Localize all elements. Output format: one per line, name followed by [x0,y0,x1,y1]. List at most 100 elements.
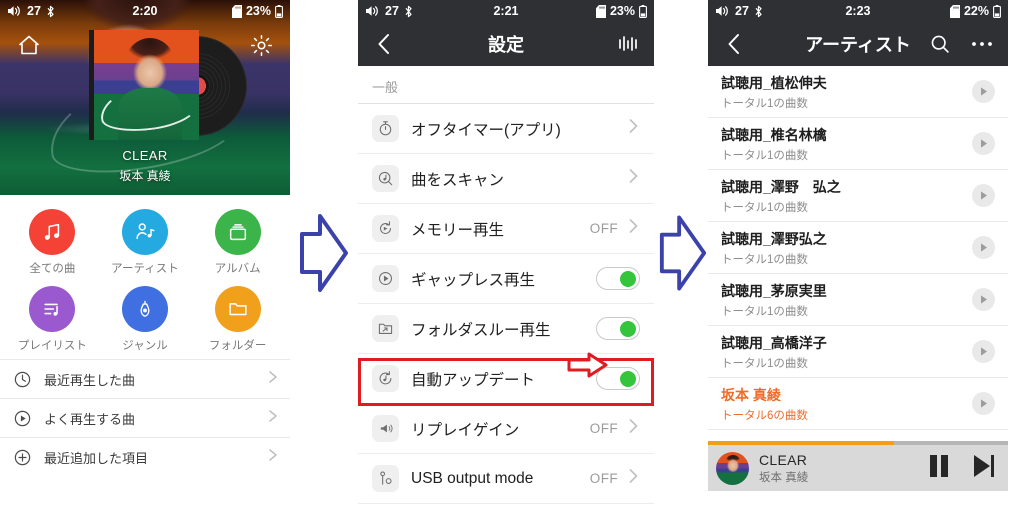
artist-row[interactable]: 試聴用_植松伸夫 トータル1の曲数 [708,66,1008,118]
folder-through-toggle[interactable] [596,317,640,340]
artist-icon [121,209,168,255]
red-right-arrow-icon [567,352,609,383]
back-chevron-icon[interactable] [370,30,398,58]
cover-script [97,78,199,136]
settings-row-label: 自動アップデート [411,371,536,389]
grid-item-albums[interactable]: アルバム [191,209,284,276]
artist-row[interactable]: 試聴用_高橋洋子 トータル1の曲数 [708,326,1008,378]
settings-row-right [596,267,640,290]
volume-level: 27 [385,4,399,18]
settings-row-scan-songs[interactable]: 曲をスキャン [358,154,654,204]
home-icon[interactable] [12,28,46,62]
now-playing-title: CLEAR [122,148,168,163]
sd-card-icon [231,4,242,18]
quick-list-recently-played[interactable]: 最近再生した曲 [0,359,290,398]
artist-track-count: トータル1の曲数 [721,253,808,266]
next-track-icon[interactable] [972,453,996,484]
pause-icon[interactable] [928,453,950,484]
artist-row[interactable]: 試聴用_椎名林檎 トータル1の曲数 [708,118,1008,170]
artist-name: 試聴用_茅原実里 [721,282,827,299]
search-icon[interactable] [926,30,954,58]
settings-row-auto-update[interactable]: 自動アップデート [358,354,654,404]
chevron-right-icon [627,167,640,190]
play-icon[interactable] [972,340,995,363]
play-icon[interactable] [972,132,995,155]
quick-list-most-played[interactable]: よく再生する曲 [0,398,290,437]
battery-percent: 23% [245,4,271,18]
volume-icon [7,5,22,17]
mini-player-controls [928,453,996,484]
quick-list-label: 最近再生した曲 [44,372,136,388]
status-left: 27 [7,4,55,18]
artist-name: 試聴用_澤野 弘之 [721,178,841,195]
settings-row-right: OFF [590,417,640,440]
mini-player-body: CLEAR 坂本 真綾 [708,445,1008,491]
grid-label: ジャンル [122,340,168,352]
artist-row[interactable]: 試聴用_澤野 弘之 トータル1の曲数 [708,170,1008,222]
play-icon[interactable] [972,392,995,415]
settings-row-off-timer[interactable]: オフタイマー(アプリ) [358,104,654,154]
volume-level: 27 [27,4,41,18]
playlist-icon [29,286,76,332]
artist-row[interactable]: 試聴用_茅原実里 トータル1の曲数 [708,274,1008,326]
grid-label: プレイリスト [17,340,87,352]
play-icon[interactable] [972,184,995,207]
settings-row-label: 曲をスキャン [411,171,505,189]
status-bar-artists: 27 2:23 22% [708,0,1008,22]
timer-icon [372,115,399,142]
artist-row-current[interactable]: 坂本 真綾 トータル6の曲数 [708,378,1008,430]
grid-item-artists[interactable]: アーティスト [99,209,192,276]
artist-text: 試聴用_植松伸夫 トータル1の曲数 [721,73,827,111]
grid-label: 全ての曲 [29,263,76,275]
navbar-right [614,30,642,58]
play-icon[interactable] [972,288,995,311]
toggle-knob [620,370,636,387]
volume-level: 27 [735,4,749,18]
settings-row-usb-output-mode[interactable]: USB output mode OFF [358,454,654,504]
artist-row[interactable]: 試聴用_澤野弘之 トータル1の曲数 [708,222,1008,274]
grid-item-all-songs[interactable]: 全ての曲 [6,209,99,276]
volume-icon [715,5,730,17]
settings-row-memory-playback[interactable]: メモリー再生 OFF [358,204,654,254]
album-icon [214,209,261,255]
now-playing-artist: 坂本 真綾 [119,169,171,183]
play-circle-icon [10,409,34,428]
volume-icon [365,5,380,17]
battery-icon [639,4,647,18]
artist-name: 試聴用_植松伸夫 [721,74,827,91]
settings-row-gapless-playback[interactable]: ギャップレス再生 [358,254,654,304]
flow-arrow-right-1 [298,212,350,299]
quick-list-label: 最近追加した項目 [44,450,149,466]
artist-track-count: トータル1の曲数 [721,357,808,370]
phone-panel-settings: 27 2:21 23% 設定 一般 オフタイマー(アプリ) 曲をスキャン メモリ… [358,0,654,516]
more-icon[interactable] [968,30,996,58]
artist-track-count: トータル1の曲数 [721,149,808,162]
artist-track-count: トータル1の曲数 [721,97,808,110]
play-icon[interactable] [972,80,995,103]
play-icon[interactable] [972,236,995,259]
grid-item-folders[interactable]: フォルダー [191,286,284,353]
settings-row-folder-through-playback[interactable]: フォルダスルー再生 [358,304,654,354]
artist-track-count: トータル6の曲数 [721,409,808,422]
gapless-toggle[interactable] [596,267,640,290]
plus-circle-icon [10,448,34,467]
mini-player-artist: 坂本 真綾 [759,471,809,484]
screenshot-stage: 27 2:20 23% CLEAR 坂本 真綾 全ての曲 アーティスト アルバム… [0,0,1024,516]
navbar-right [926,30,996,58]
quick-list-recently-added[interactable]: 最近追加した項目 [0,437,290,476]
bluetooth-icon [754,5,763,18]
status-left: 27 [365,4,413,18]
status-bar-home: 27 2:20 23% [0,0,290,22]
back-chevron-icon[interactable] [720,30,748,58]
equalizer-icon[interactable] [614,30,642,58]
settings-row-replaygain[interactable]: リプレイゲイン OFF [358,404,654,454]
gear-icon[interactable] [244,28,278,62]
chevron-right-icon [627,217,640,240]
chevron-right-icon [627,417,640,440]
grid-item-playlists[interactable]: プレイリスト [6,286,99,353]
grid-item-genres[interactable]: ジャンル [99,286,192,353]
settings-row-right [627,167,640,190]
chevron-right-icon [266,369,280,390]
chevron-right-icon [627,117,640,140]
chevron-right-icon [266,447,280,468]
